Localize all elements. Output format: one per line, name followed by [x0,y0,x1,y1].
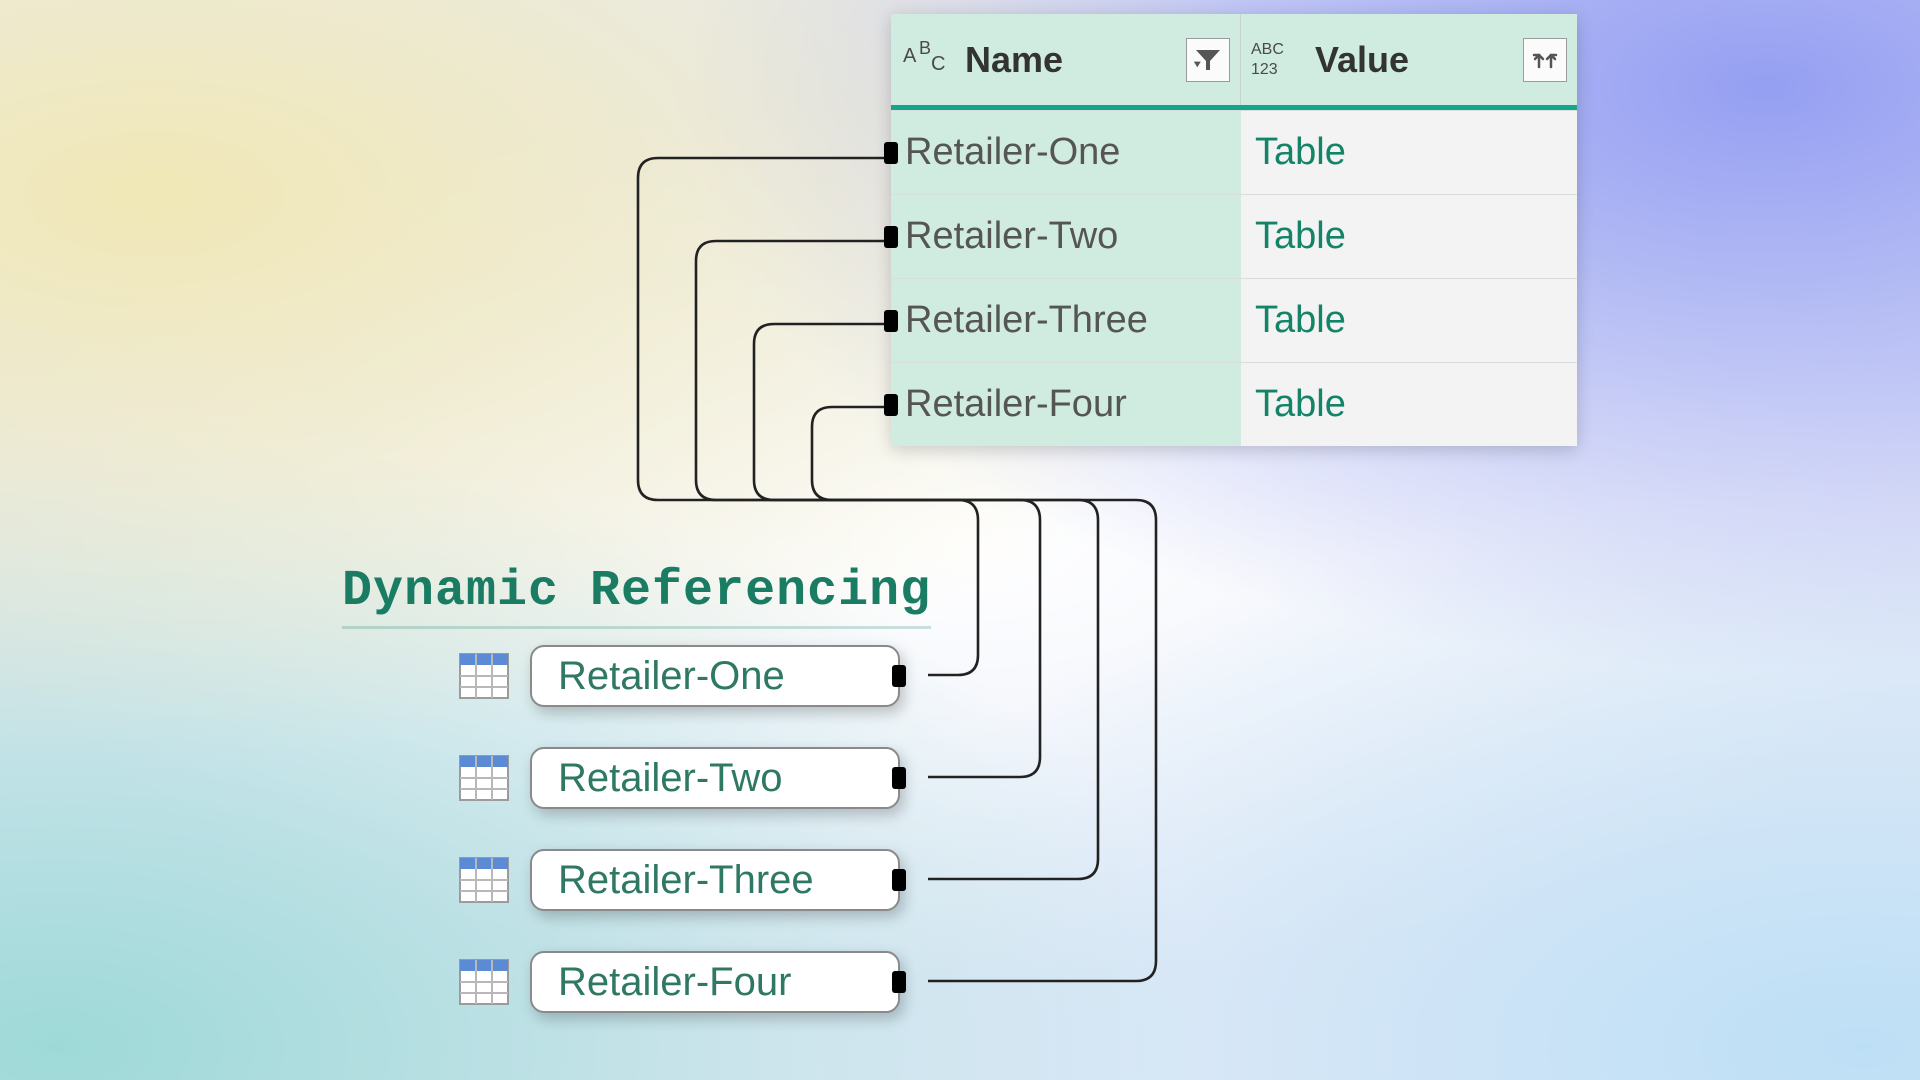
query-label: Retailer-Three [558,858,814,903]
expand-button[interactable] [1523,38,1567,82]
output-port-icon [892,971,906,993]
query-node[interactable]: Retailer-Two [458,747,900,809]
query-label: Retailer-Two [558,756,783,801]
query-node[interactable]: Retailer-Three [458,849,900,911]
svg-text:B: B [919,38,931,58]
column-value-label: Value [1315,39,1409,81]
table-header: A B C Name [891,14,1577,110]
cell-value[interactable]: Table [1241,111,1577,194]
table-row: Retailer-Four Table [891,362,1577,446]
section-heading: Dynamic Referencing [342,563,931,629]
diagram-canvas: A B C Name [0,0,1920,1080]
cell-value-text: Table [1255,131,1346,174]
table-icon [458,956,510,1008]
query-pill[interactable]: Retailer-Two [530,747,900,809]
query-pill[interactable]: Retailer-Four [530,951,900,1013]
input-port-icon [884,394,898,416]
cell-name[interactable]: Retailer-Two [891,195,1241,278]
input-port-icon [884,310,898,332]
cell-value-text: Table [1255,383,1346,426]
cell-value-text: Table [1255,215,1346,258]
table-icon [458,854,510,906]
table-icon [458,752,510,804]
cell-name-text: Retailer-One [905,131,1120,174]
table-row: Retailer-Two Table [891,194,1577,278]
cell-value-text: Table [1255,299,1346,342]
cell-name-text: Retailer-Two [905,215,1118,258]
column-name-label: Name [965,39,1063,81]
output-port-icon [892,665,906,687]
query-pill[interactable]: Retailer-One [530,645,900,707]
svg-text:ABC: ABC [1251,41,1284,58]
input-port-icon [884,142,898,164]
column-header-value[interactable]: ABC 123 Value [1241,14,1577,105]
svg-text:C: C [931,53,945,75]
column-header-name[interactable]: A B C Name [891,14,1241,105]
table-row: Retailer-One Table [891,110,1577,194]
query-pill[interactable]: Retailer-Three [530,849,900,911]
svg-text:A: A [903,45,917,67]
cell-value[interactable]: Table [1241,363,1577,446]
filter-button[interactable] [1186,38,1230,82]
query-label: Retailer-One [558,654,785,699]
query-label: Retailer-Four [558,960,791,1005]
table-row: Retailer-Three Table [891,278,1577,362]
result-table: A B C Name [891,14,1577,446]
cell-value[interactable]: Table [1241,195,1577,278]
cell-name[interactable]: Retailer-Three [891,279,1241,362]
cell-name[interactable]: Retailer-One [891,111,1241,194]
cell-value[interactable]: Table [1241,279,1577,362]
cell-name-text: Retailer-Three [905,299,1148,342]
cell-name-text: Retailer-Four [905,383,1127,426]
text-type-icon: A B C [899,38,951,82]
query-node[interactable]: Retailer-Four [458,951,900,1013]
output-port-icon [892,767,906,789]
query-node[interactable]: Retailer-One [458,645,900,707]
table-icon [458,650,510,702]
any-type-icon: ABC 123 [1249,38,1301,82]
output-port-icon [892,869,906,891]
input-port-icon [884,226,898,248]
svg-text:123: 123 [1251,61,1278,78]
cell-name[interactable]: Retailer-Four [891,363,1241,446]
